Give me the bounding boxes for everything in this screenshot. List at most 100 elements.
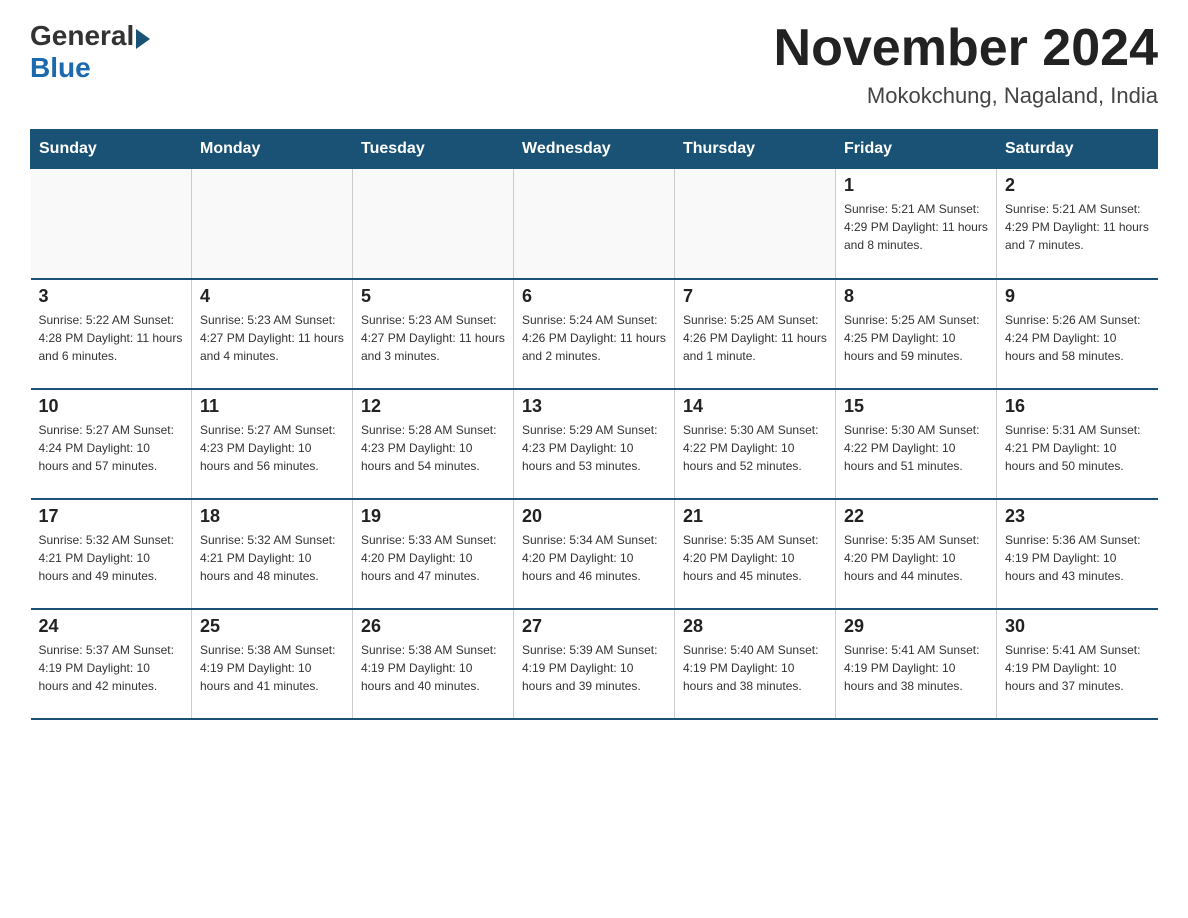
day-info: Sunrise: 5:21 AM Sunset: 4:29 PM Dayligh…	[844, 200, 988, 254]
day-info: Sunrise: 5:29 AM Sunset: 4:23 PM Dayligh…	[522, 421, 666, 475]
week-row-2: 3Sunrise: 5:22 AM Sunset: 4:28 PM Daylig…	[31, 279, 1158, 389]
calendar-cell: 27 Sunrise: 5:39 AM Sunset: 4:19 PM Dayli…	[514, 609, 675, 719]
day-number: 5	[361, 286, 505, 307]
weekday-saturday: Saturday	[997, 130, 1158, 169]
day-number: 30	[1005, 616, 1150, 637]
day-info: Sunrise: 5:34 AM Sunset: 4:20 PM Dayligh…	[522, 531, 666, 585]
day-info: Sunrise: 5:32 AM Sunset: 4:21 PM Dayligh…	[200, 531, 344, 585]
page-header: General Blue November 2024 Mokokchung, N…	[30, 20, 1158, 109]
day-info: Sunrise: 5:36 AM Sunset: 4:19 PM Dayligh…	[1005, 531, 1150, 585]
day-number: 13	[522, 396, 666, 417]
day-info: Sunrise: 5:35 AM Sunset: 4:20 PM Dayligh…	[683, 531, 827, 585]
day-info: Sunrise: 5:23 AM Sunset: 4:27 PM Dayligh…	[361, 311, 505, 365]
weekday-sunday: Sunday	[31, 130, 192, 169]
weekday-header-row: SundayMondayTuesdayWednesdayThursdayFrid…	[31, 130, 1158, 169]
day-info: Sunrise: 5:38 AM Sunset: 4:19 PM Dayligh…	[200, 641, 344, 695]
day-info: Sunrise: 5:23 AM Sunset: 4:27 PM Dayligh…	[200, 311, 344, 365]
calendar-cell	[514, 169, 675, 279]
calendar-cell: 18 Sunrise: 5:32 AM Sunset: 4:21 PM Dayli…	[192, 499, 353, 609]
calendar-cell	[353, 169, 514, 279]
day-info: Sunrise: 5:25 AM Sunset: 4:25 PM Dayligh…	[844, 311, 988, 365]
day-number: 25	[200, 616, 344, 637]
day-info: Sunrise: 5:32 AM Sunset: 4:21 PM Dayligh…	[39, 531, 184, 585]
day-info: Sunrise: 5:30 AM Sunset: 4:22 PM Dayligh…	[844, 421, 988, 475]
day-number: 8	[844, 286, 988, 307]
day-number: 18	[200, 506, 344, 527]
day-number: 20	[522, 506, 666, 527]
calendar-cell: 1Sunrise: 5:21 AM Sunset: 4:29 PM Daylig…	[836, 169, 997, 279]
calendar-cell: 23 Sunrise: 5:36 AM Sunset: 4:19 PM Dayli…	[997, 499, 1158, 609]
calendar-cell: 16 Sunrise: 5:31 AM Sunset: 4:21 PM Dayli…	[997, 389, 1158, 499]
location-title: Mokokchung, Nagaland, India	[774, 83, 1158, 109]
weekday-tuesday: Tuesday	[353, 130, 514, 169]
calendar-cell: 7Sunrise: 5:25 AM Sunset: 4:26 PM Daylig…	[675, 279, 836, 389]
day-info: Sunrise: 5:39 AM Sunset: 4:19 PM Dayligh…	[522, 641, 666, 695]
week-row-4: 17 Sunrise: 5:32 AM Sunset: 4:21 PM Dayli…	[31, 499, 1158, 609]
calendar-cell: 10Sunrise: 5:27 AM Sunset: 4:24 PM Dayli…	[31, 389, 192, 499]
day-number: 6	[522, 286, 666, 307]
day-number: 29	[844, 616, 988, 637]
day-info: Sunrise: 5:41 AM Sunset: 4:19 PM Dayligh…	[844, 641, 988, 695]
logo-blue-text: Blue	[30, 52, 91, 84]
calendar-cell: 4 Sunrise: 5:23 AM Sunset: 4:27 PM Daylig…	[192, 279, 353, 389]
day-number: 16	[1005, 396, 1150, 417]
calendar-cell: 9 Sunrise: 5:26 AM Sunset: 4:24 PM Daylig…	[997, 279, 1158, 389]
calendar-cell: 5 Sunrise: 5:23 AM Sunset: 4:27 PM Daylig…	[353, 279, 514, 389]
weekday-thursday: Thursday	[675, 130, 836, 169]
calendar-cell: 20 Sunrise: 5:34 AM Sunset: 4:20 PM Dayli…	[514, 499, 675, 609]
day-number: 22	[844, 506, 988, 527]
calendar-cell: 26 Sunrise: 5:38 AM Sunset: 4:19 PM Dayli…	[353, 609, 514, 719]
day-number: 10	[39, 396, 184, 417]
day-info: Sunrise: 5:33 AM Sunset: 4:20 PM Dayligh…	[361, 531, 505, 585]
week-row-5: 24 Sunrise: 5:37 AM Sunset: 4:19 PM Dayli…	[31, 609, 1158, 719]
day-number: 2	[1005, 175, 1150, 196]
title-block: November 2024 Mokokchung, Nagaland, Indi…	[774, 20, 1158, 109]
day-info: Sunrise: 5:26 AM Sunset: 4:24 PM Dayligh…	[1005, 311, 1150, 365]
calendar-cell: 22Sunrise: 5:35 AM Sunset: 4:20 PM Dayli…	[836, 499, 997, 609]
week-row-3: 10Sunrise: 5:27 AM Sunset: 4:24 PM Dayli…	[31, 389, 1158, 499]
day-number: 23	[1005, 506, 1150, 527]
day-number: 19	[361, 506, 505, 527]
day-number: 3	[39, 286, 184, 307]
day-number: 27	[522, 616, 666, 637]
calendar-cell: 29 Sunrise: 5:41 AM Sunset: 4:19 PM Dayli…	[836, 609, 997, 719]
calendar-cell: 24 Sunrise: 5:37 AM Sunset: 4:19 PM Dayli…	[31, 609, 192, 719]
calendar-cell: 2 Sunrise: 5:21 AM Sunset: 4:29 PM Daylig…	[997, 169, 1158, 279]
day-number: 24	[39, 616, 184, 637]
day-number: 12	[361, 396, 505, 417]
calendar-cell: 12 Sunrise: 5:28 AM Sunset: 4:23 PM Dayli…	[353, 389, 514, 499]
calendar-header: SundayMondayTuesdayWednesdayThursdayFrid…	[31, 130, 1158, 169]
day-info: Sunrise: 5:37 AM Sunset: 4:19 PM Dayligh…	[39, 641, 184, 695]
day-number: 28	[683, 616, 827, 637]
day-info: Sunrise: 5:21 AM Sunset: 4:29 PM Dayligh…	[1005, 200, 1150, 254]
calendar-cell: 30 Sunrise: 5:41 AM Sunset: 4:19 PM Dayli…	[997, 609, 1158, 719]
calendar-cell: 28 Sunrise: 5:40 AM Sunset: 4:19 PM Dayli…	[675, 609, 836, 719]
calendar-cell: 3Sunrise: 5:22 AM Sunset: 4:28 PM Daylig…	[31, 279, 192, 389]
calendar-body: 1Sunrise: 5:21 AM Sunset: 4:29 PM Daylig…	[31, 169, 1158, 719]
day-info: Sunrise: 5:31 AM Sunset: 4:21 PM Dayligh…	[1005, 421, 1150, 475]
day-number: 21	[683, 506, 827, 527]
day-number: 11	[200, 396, 344, 417]
day-info: Sunrise: 5:38 AM Sunset: 4:19 PM Dayligh…	[361, 641, 505, 695]
day-info: Sunrise: 5:41 AM Sunset: 4:19 PM Dayligh…	[1005, 641, 1150, 695]
day-info: Sunrise: 5:24 AM Sunset: 4:26 PM Dayligh…	[522, 311, 666, 365]
calendar-cell: 6 Sunrise: 5:24 AM Sunset: 4:26 PM Daylig…	[514, 279, 675, 389]
day-number: 9	[1005, 286, 1150, 307]
day-info: Sunrise: 5:28 AM Sunset: 4:23 PM Dayligh…	[361, 421, 505, 475]
day-info: Sunrise: 5:27 AM Sunset: 4:23 PM Dayligh…	[200, 421, 344, 475]
calendar-cell: 11 Sunrise: 5:27 AM Sunset: 4:23 PM Dayli…	[192, 389, 353, 499]
calendar-cell: 14Sunrise: 5:30 AM Sunset: 4:22 PM Dayli…	[675, 389, 836, 499]
week-row-1: 1Sunrise: 5:21 AM Sunset: 4:29 PM Daylig…	[31, 169, 1158, 279]
weekday-wednesday: Wednesday	[514, 130, 675, 169]
calendar-cell: 25 Sunrise: 5:38 AM Sunset: 4:19 PM Dayli…	[192, 609, 353, 719]
month-title: November 2024	[774, 20, 1158, 77]
day-info: Sunrise: 5:40 AM Sunset: 4:19 PM Dayligh…	[683, 641, 827, 695]
weekday-monday: Monday	[192, 130, 353, 169]
day-info: Sunrise: 5:25 AM Sunset: 4:26 PM Dayligh…	[683, 311, 827, 365]
day-number: 26	[361, 616, 505, 637]
calendar-cell	[675, 169, 836, 279]
calendar-cell: 15Sunrise: 5:30 AM Sunset: 4:22 PM Dayli…	[836, 389, 997, 499]
day-number: 4	[200, 286, 344, 307]
calendar-table: SundayMondayTuesdayWednesdayThursdayFrid…	[30, 129, 1158, 720]
day-number: 17	[39, 506, 184, 527]
